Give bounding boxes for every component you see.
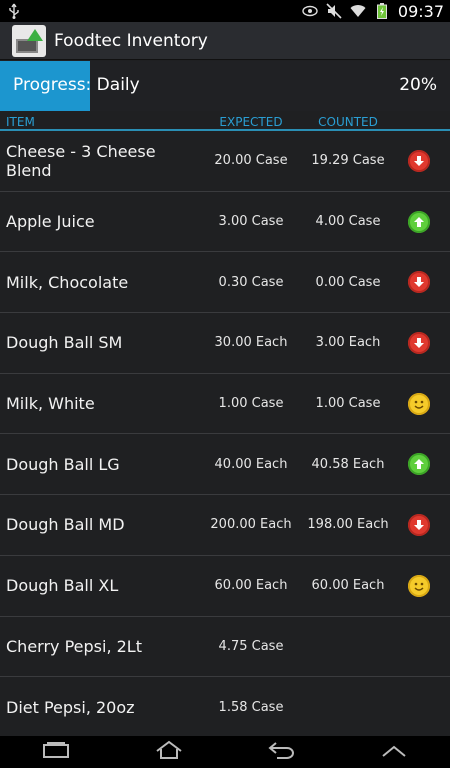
home-button[interactable] [145,738,193,766]
table-row[interactable]: Dough Ball SM 30.00 Each 3.00 Each [0,313,450,374]
expected-value: 3.00 Case [218,214,284,230]
arrow-down-red-icon [408,149,430,172]
nav-bar [0,736,450,768]
counted-value: 40.58 Each [311,456,385,472]
counted-value: 1.00 Case [315,396,381,412]
usb-icon [6,3,22,19]
item-name: Apple Juice [6,212,95,232]
counted-value: 60.00 Each [311,578,385,594]
status-cell [394,513,444,536]
app-icon[interactable] [12,24,46,57]
app-title: Foodtec Inventory [54,30,208,51]
expected-value: 1.00 Case [218,396,284,412]
back-icon [267,740,295,764]
recent-apps-button[interactable] [32,738,80,766]
status-bar: 09:37 [0,0,450,22]
table-row[interactable]: Cherry Pepsi, 2Lt 4.75 Case [0,617,450,678]
status-cell [394,331,444,354]
arrow-down-red-icon [408,513,430,536]
arrow-down-red-icon [408,331,430,354]
status-cell [394,210,444,233]
arrow-up-green-icon [408,453,430,476]
expected-value: 60.00 Each [214,578,288,594]
expected-value: 1.58 Case [218,699,284,715]
up-chevron-icon [381,743,407,762]
status-cell [394,574,444,597]
counted-value: 19.29 Case [311,153,385,169]
item-name: Dough Ball LG [6,454,120,474]
mute-icon [326,3,342,19]
expected-value: 200.00 Each [210,517,292,533]
home-icon [154,740,184,764]
arrow-down-red-icon [408,271,430,294]
screen: 09:37 Foodtec Inventory Progress: Daily … [0,0,450,768]
counted-value: 198.00 Each [307,517,389,533]
recent-apps-icon [42,741,70,763]
inventory-list: Cheese - 3 Cheese Blend 20.00 Case 19.29 C… [0,131,450,738]
column-item: ITEM [6,115,35,129]
action-bar: Foodtec Inventory [0,22,450,60]
table-row[interactable]: Diet Pepsi, 20oz 1.58 Case [0,677,450,738]
table-row[interactable]: Cheese - 3 Cheese Blend 20.00 Case 19.29 C… [0,131,450,192]
table-row[interactable]: Milk, White 1.00 Case 1.00 Case [0,374,450,435]
status-cell [394,149,444,172]
wifi-icon [350,3,366,19]
column-header: ITEM EXPECTED COUNTED [0,111,450,131]
expected-value: 4.75 Case [218,638,284,654]
smiley-icon [408,574,430,597]
table-row[interactable]: Apple Juice 3.00 Case 4.00 Case [0,192,450,253]
counted-value: 4.00 Case [315,214,381,230]
table-row[interactable]: Milk, Chocolate 0.30 Case 0.00 Case [0,252,450,314]
arrow-up-green-icon [408,210,430,233]
progress-label: Progress: Daily [13,75,140,95]
counted-value: 0.00 Case [315,274,381,290]
progress-bar: Progress: Daily 20% [0,61,450,111]
up-button[interactable] [370,738,418,766]
expected-value: 40.00 Each [214,456,288,472]
column-counted: COUNTED [318,115,378,129]
status-cell [394,392,444,415]
status-cell [394,453,444,476]
item-name: Cherry Pepsi, 2Lt [6,636,142,656]
clock: 09:37 [397,1,444,21]
item-name: Milk, Chocolate [6,272,129,292]
back-button[interactable] [257,738,305,766]
expected-value: 20.00 Case [214,153,288,169]
item-name: Dough Ball SM [6,333,123,353]
item-name: Cheese - 3 Cheese Blend [6,141,156,180]
item-name: Dough Ball XL [6,576,119,596]
progress-percent: 20% [399,75,437,95]
battery-icon [374,3,390,19]
counted-value: 3.00 Each [315,335,381,351]
expected-value: 30.00 Each [214,335,288,351]
item-name: Diet Pepsi, 20oz [6,697,135,717]
item-name: Milk, White [6,394,95,414]
item-name: Dough Ball MD [6,515,125,535]
table-row[interactable]: Dough Ball MD 200.00 Each 198.00 Each [0,495,450,556]
column-expected: EXPECTED [219,115,283,129]
status-cell [394,271,444,294]
smiley-icon [408,392,430,415]
table-row[interactable]: Dough Ball XL 60.00 Each 60.00 Each [0,556,450,617]
eye-icon [302,3,318,19]
table-row[interactable]: Dough Ball LG 40.00 Each 40.58 Each [0,434,450,496]
expected-value: 0.30 Case [218,274,284,290]
